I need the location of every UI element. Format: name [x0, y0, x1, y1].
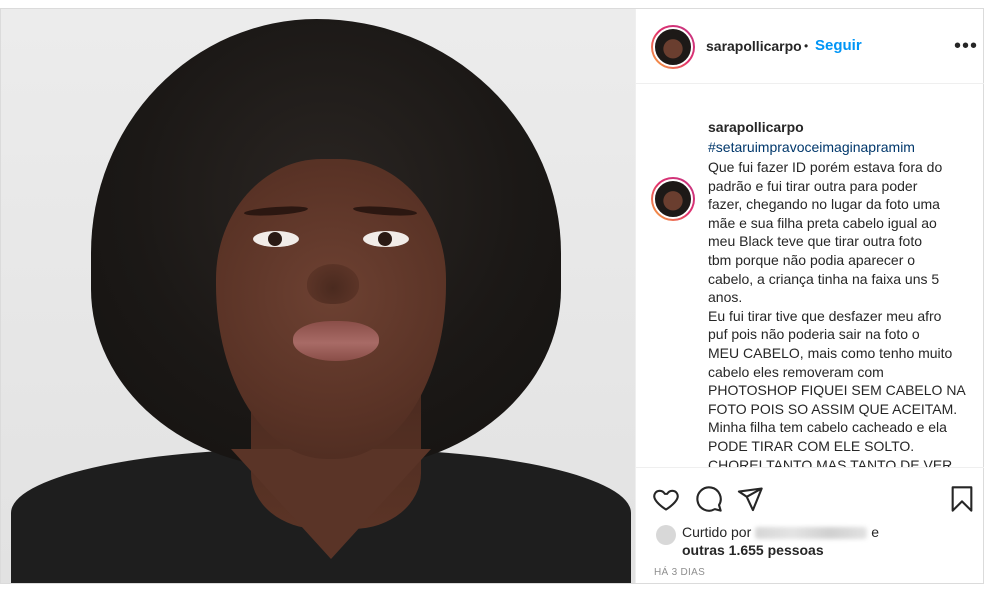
photo-lips — [293, 321, 379, 361]
avatar[interactable] — [651, 25, 695, 69]
post-photo[interactable] — [1, 9, 635, 583]
liked-by-conjunction: e — [871, 524, 880, 540]
post-username[interactable]: sarapollicarpo — [706, 38, 802, 54]
photo-right-eye — [363, 231, 409, 247]
blurred-liker-name[interactable] — [755, 527, 868, 540]
separator-dot: • — [804, 39, 809, 53]
comment-username[interactable]: sarapollicarpo — [708, 119, 804, 135]
post-timestamp[interactable]: HÁ 3 DIAS — [654, 567, 705, 578]
photo-nose — [307, 264, 359, 304]
likes-count-link[interactable]: outras 1.655 pessoas — [682, 542, 824, 558]
comment-avatar[interactable] — [651, 177, 695, 221]
liked-by-label: Curtido por — [682, 524, 752, 540]
more-options-icon[interactable]: ••• — [954, 35, 978, 58]
comment-icon[interactable] — [695, 485, 723, 513]
hashtag-link[interactable]: #setaruimpravoceimaginapramim — [708, 139, 915, 155]
post-actions: Curtido por e outras 1.655 pessoas HÁ 3 D… — [636, 467, 984, 584]
instagram-post: sarapollicarpo • Seguir ••• sarapollicar… — [0, 8, 984, 584]
heart-icon[interactable] — [652, 485, 680, 513]
bookmark-icon[interactable] — [948, 485, 976, 513]
likes-summary: Curtido por e outras 1.655 pessoas — [682, 523, 972, 559]
liker-avatar[interactable] — [656, 525, 676, 545]
share-icon[interactable] — [736, 485, 764, 513]
photo-left-eye — [253, 231, 299, 247]
follow-button[interactable]: Seguir — [815, 37, 862, 54]
caption-text: Que fui fazer ID porém estava fora do pa… — [708, 159, 966, 467]
caption-comment: sarapollicarpo #setaruimpravoceimaginapr… — [636, 83, 984, 467]
post-header: sarapollicarpo • Seguir ••• — [636, 9, 984, 84]
post-side-panel: sarapollicarpo • Seguir ••• sarapollicar… — [635, 9, 984, 583]
